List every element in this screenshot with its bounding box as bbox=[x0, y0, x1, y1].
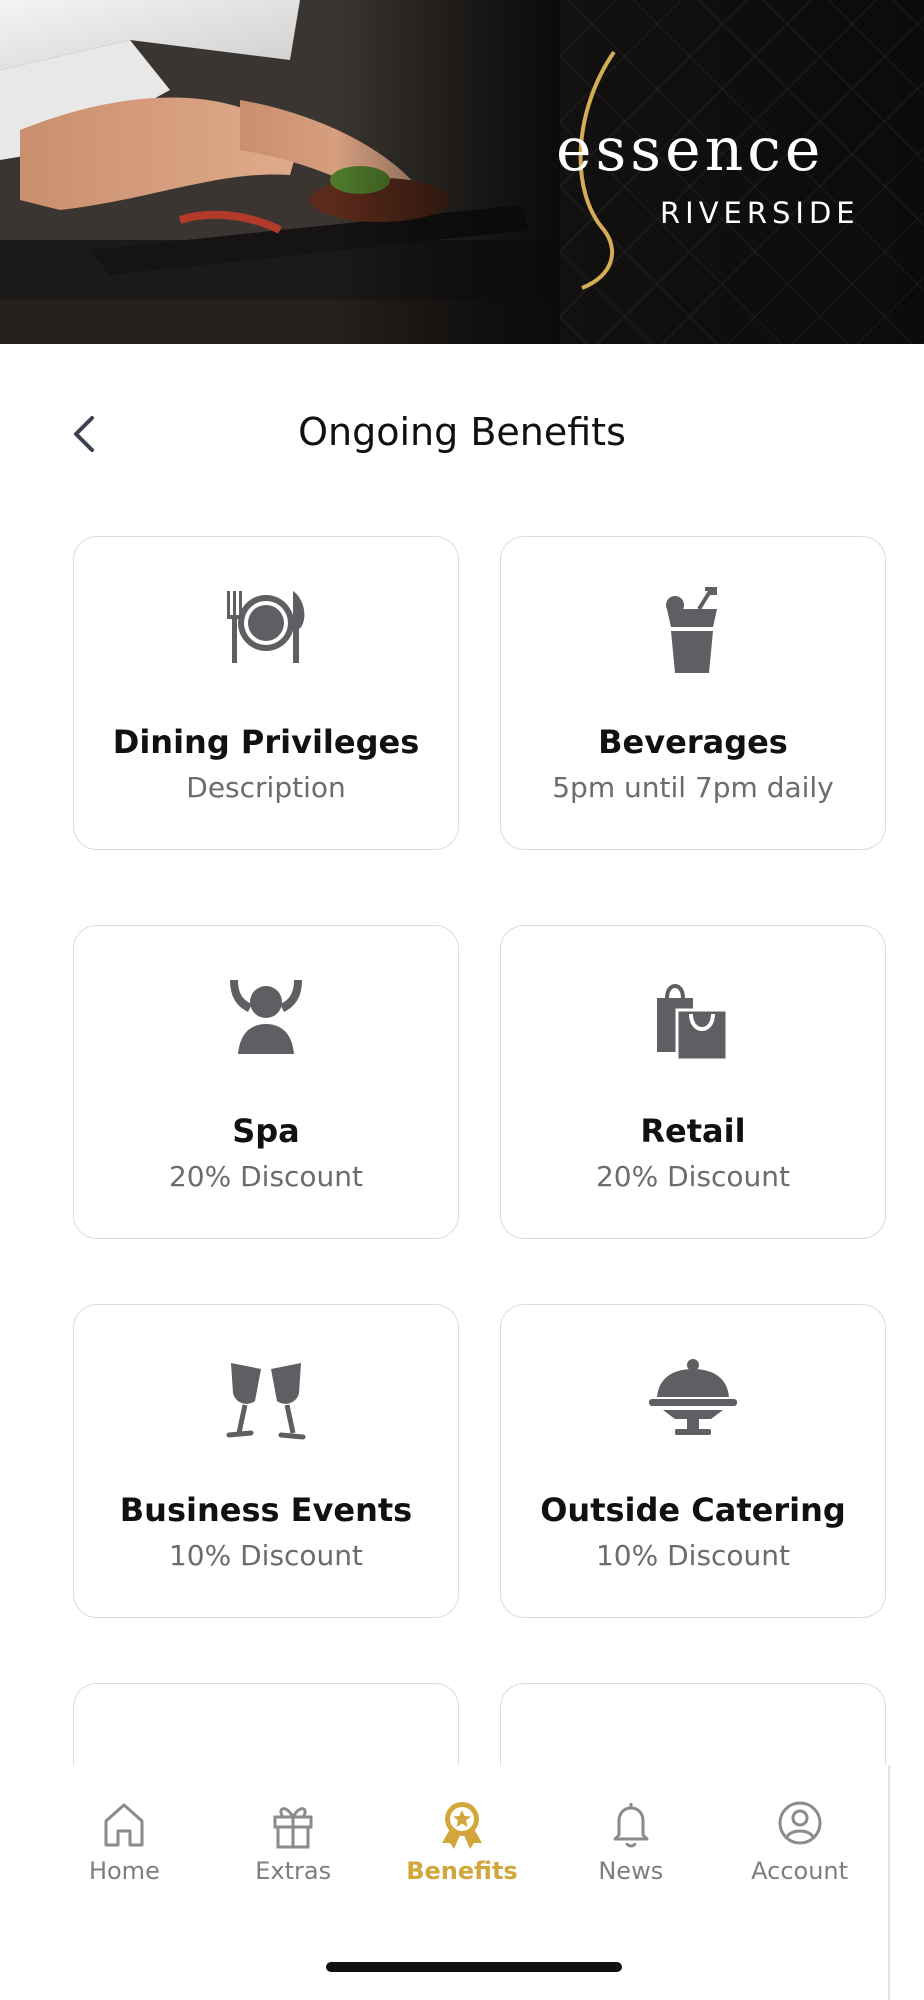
page-title: Ongoing Benefits bbox=[298, 410, 626, 454]
award-badge-icon bbox=[441, 1802, 482, 1849]
benefit-title: Business Events bbox=[119, 1491, 413, 1529]
benefit-card-retail[interactable]: Retail 20% Discount bbox=[500, 925, 886, 1239]
benefit-card-business-events[interactable]: Business Events 10% Discount bbox=[73, 1304, 459, 1618]
benefit-title: Spa bbox=[232, 1112, 300, 1150]
benefit-title: Dining Privileges bbox=[112, 723, 420, 761]
brand-name: essence bbox=[556, 115, 825, 185]
benefit-card-dining[interactable]: Dining Privileges Description bbox=[73, 536, 459, 850]
brand-subtitle: RIVERSIDE bbox=[660, 196, 860, 230]
home-icon bbox=[104, 1803, 144, 1847]
benefit-card-beverages[interactable]: Beverages 5pm until 7pm daily bbox=[500, 536, 886, 850]
tab-extras[interactable]: Extras bbox=[213, 1765, 373, 1895]
hero-banner: essence RIVERSIDE bbox=[0, 0, 924, 344]
benefit-subtitle: 20% Discount bbox=[168, 1160, 364, 1193]
benefit-title: Beverages bbox=[598, 723, 788, 761]
bottom-tab-bar: Home Extras Benefits News Account bbox=[0, 1765, 924, 1895]
shopping-bags-icon bbox=[657, 984, 729, 1062]
spa-person-icon bbox=[230, 980, 302, 1054]
catering-cloche-icon bbox=[649, 1359, 737, 1435]
tab-news[interactable]: News bbox=[551, 1765, 711, 1895]
drink-cup-icon bbox=[666, 587, 717, 673]
tab-label: Account bbox=[751, 1857, 849, 1885]
benefit-subtitle: 5pm until 7pm daily bbox=[552, 771, 834, 804]
benefit-title: Outside Catering bbox=[540, 1491, 846, 1529]
wine-glasses-icon bbox=[226, 1363, 306, 1440]
tab-account[interactable]: Account bbox=[720, 1765, 880, 1895]
benefit-subtitle: Description bbox=[186, 771, 346, 804]
account-icon bbox=[778, 1801, 822, 1845]
gift-icon bbox=[273, 1807, 313, 1849]
tab-label: Home bbox=[88, 1857, 160, 1885]
tab-home[interactable]: Home bbox=[44, 1765, 204, 1895]
bell-icon bbox=[613, 1803, 649, 1848]
tab-label: News bbox=[598, 1857, 664, 1885]
benefit-subtitle: 20% Discount bbox=[595, 1160, 791, 1193]
home-indicator bbox=[326, 1962, 622, 1972]
tab-benefits[interactable]: Benefits bbox=[382, 1765, 542, 1895]
dining-plate-icon bbox=[227, 591, 305, 663]
tab-label: Extras bbox=[255, 1857, 332, 1885]
benefit-card-outside-catering[interactable]: Outside Catering 10% Discount bbox=[500, 1304, 886, 1618]
benefit-title: Retail bbox=[640, 1112, 746, 1150]
benefit-subtitle: 10% Discount bbox=[168, 1539, 364, 1572]
chef-plating-photo bbox=[0, 0, 560, 344]
benefit-card-spa[interactable]: Spa 20% Discount bbox=[73, 925, 459, 1239]
benefit-subtitle: 10% Discount bbox=[595, 1539, 791, 1572]
tab-label: Benefits bbox=[406, 1857, 518, 1885]
